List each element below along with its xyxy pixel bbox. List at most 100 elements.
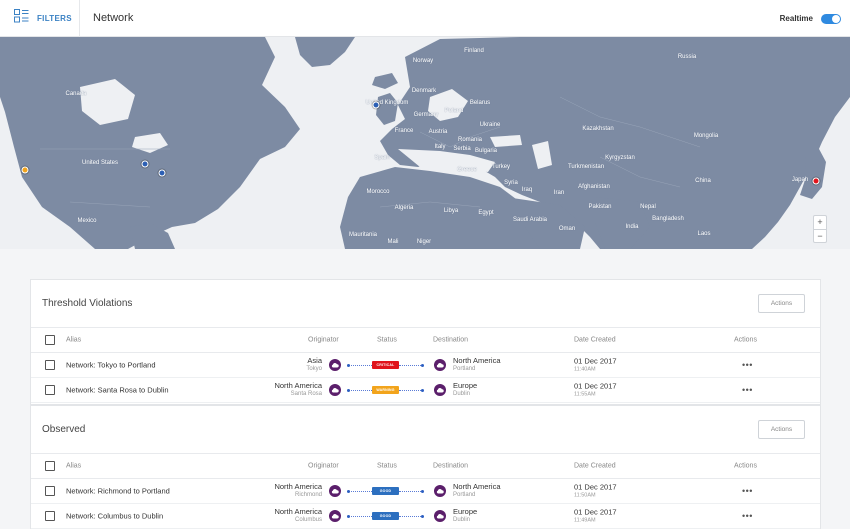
table-row[interactable]: Network: Tokyo to Portland Asia Tokyo CR… [31,353,820,378]
connection-line [399,388,424,392]
row-status: CRITICAL [347,361,424,369]
column-originator: Originator [308,462,339,470]
row-destination: Europe Dublin [453,382,477,398]
map-zoom-control: + − [813,215,827,243]
map-label-united-states: United States [81,160,119,166]
map-label-finland: Finland [464,48,484,54]
map-label-egypt: Egypt [478,210,494,216]
actions-button[interactable]: Actions [758,294,805,313]
map-label-italy: Italy [434,144,446,150]
world-map[interactable]: Canada United States Mexico Finland Norw… [0,37,850,249]
panel-title: Threshold Violations [42,298,133,309]
table-row[interactable]: Network: Columbus to Dublin North Americ… [31,504,820,529]
table-row[interactable]: Network: Santa Rosa to Dublin North Amer… [31,378,820,403]
status-badge: WARNING [372,386,399,394]
date-value: 01 Dec 2017 [574,356,617,366]
map-label-bulgaria: Bulgaria [474,148,498,154]
originator-city: Richmond [294,491,322,498]
date-value: 01 Dec 2017 [574,381,617,391]
more-options-icon[interactable]: ••• [742,486,753,496]
map-label-saudi-arabia: Saudi Arabia [512,217,548,223]
map-label-mauritania: Mauritania [348,232,378,238]
map-label-japan: Japan [791,177,809,183]
more-options-icon[interactable]: ••• [742,360,753,370]
row-originator: North America Columbus [274,508,322,524]
actions-button[interactable]: Actions [758,420,805,439]
map-label-mongolia: Mongolia [693,133,719,139]
more-options-icon[interactable]: ••• [742,511,753,521]
realtime-toggle[interactable] [821,13,841,24]
row-checkbox[interactable] [45,360,55,370]
row-destination: North America Portland [453,357,501,373]
column-alias: Alias [66,462,82,470]
map-label-serbia: Serbia [453,146,471,152]
map-label-greece: Greece [457,167,477,173]
map-label-mali: Mali [387,239,399,245]
originator-region: Asia [307,356,322,366]
column-status: Status [377,336,397,344]
row-alias: Network: Santa Rosa to Dublin [66,385,169,395]
filters-button[interactable]: FILTERS [0,0,80,37]
row-checkbox[interactable] [45,511,55,521]
zoom-out-button[interactable]: − [814,229,826,242]
row-checkbox[interactable] [45,385,55,395]
filter-list-icon [14,8,29,28]
select-all-checkbox[interactable] [45,335,55,345]
column-originator: Originator [308,336,339,344]
row-destination: North America Portland [453,483,501,499]
map-label-romania: Romania [457,137,483,143]
zoom-in-button[interactable]: + [814,216,826,229]
row-date: 01 Dec 2017 11:50AM [574,483,617,499]
page-title: Network [93,12,134,24]
column-actions: Actions [734,336,757,344]
map-marker-richmond[interactable] [158,169,166,177]
row-status: WARNING [347,386,424,394]
cloud-icon [329,485,341,497]
more-options-icon[interactable]: ••• [742,385,753,395]
map-label-nepal: Nepal [640,204,656,210]
threshold-violations-panel: Threshold Violations Actions Alias Origi… [30,279,821,405]
map-marker-tokyo[interactable] [812,177,820,185]
originator-region: North America [274,482,322,492]
map-label-china: China [695,178,711,184]
realtime-control: Realtime [780,0,841,37]
cloud-icon [434,510,446,522]
map-marker-dublin[interactable] [372,101,380,109]
row-status: GOOD [347,512,424,520]
row-status: GOOD [347,487,424,495]
connection-line [347,388,372,392]
originator-region: North America [274,507,322,517]
map-label-afghanistan: Afghanistan [578,184,610,190]
connection-line [399,514,424,518]
map-label-syria: Syria [504,180,518,186]
connection-line [347,489,372,493]
status-badge: CRITICAL [372,361,399,369]
select-all-checkbox[interactable] [45,461,55,471]
map-label-mexico: Mexico [77,218,97,224]
column-date-created: Date Created [574,336,616,344]
table-header: Alias Originator Status Destination Date… [31,453,820,479]
map-label-denmark: Denmark [411,88,437,94]
connection-line [399,489,424,493]
map-label-canada: Canada [65,91,87,97]
table-row[interactable]: Network: Richmond to Portland North Amer… [31,479,820,504]
map-label-poland: Poland [444,108,464,114]
map-label-spain: Spain [374,155,390,161]
row-originator: North America Richmond [274,483,322,499]
map-marker-santa-rosa[interactable] [21,166,29,174]
row-alias: Network: Columbus to Dublin [66,511,164,521]
column-destination: Destination [433,336,469,344]
row-checkbox[interactable] [45,486,55,496]
row-originator: Asia Tokyo [306,357,322,373]
map-label-india: India [625,224,639,230]
cloud-icon [329,510,341,522]
map-marker-columbus[interactable] [141,160,149,168]
map-label-kazakhstan: Kazakhstan [582,126,614,132]
map-label-oman: Oman [558,226,576,232]
destination-region: North America [453,356,501,366]
map-label-turkey: Turkey [491,164,511,170]
cloud-icon [434,384,446,396]
column-destination: Destination [433,462,469,470]
map-label-france: France [394,128,414,134]
map-label-iraq: Iraq [521,187,533,193]
